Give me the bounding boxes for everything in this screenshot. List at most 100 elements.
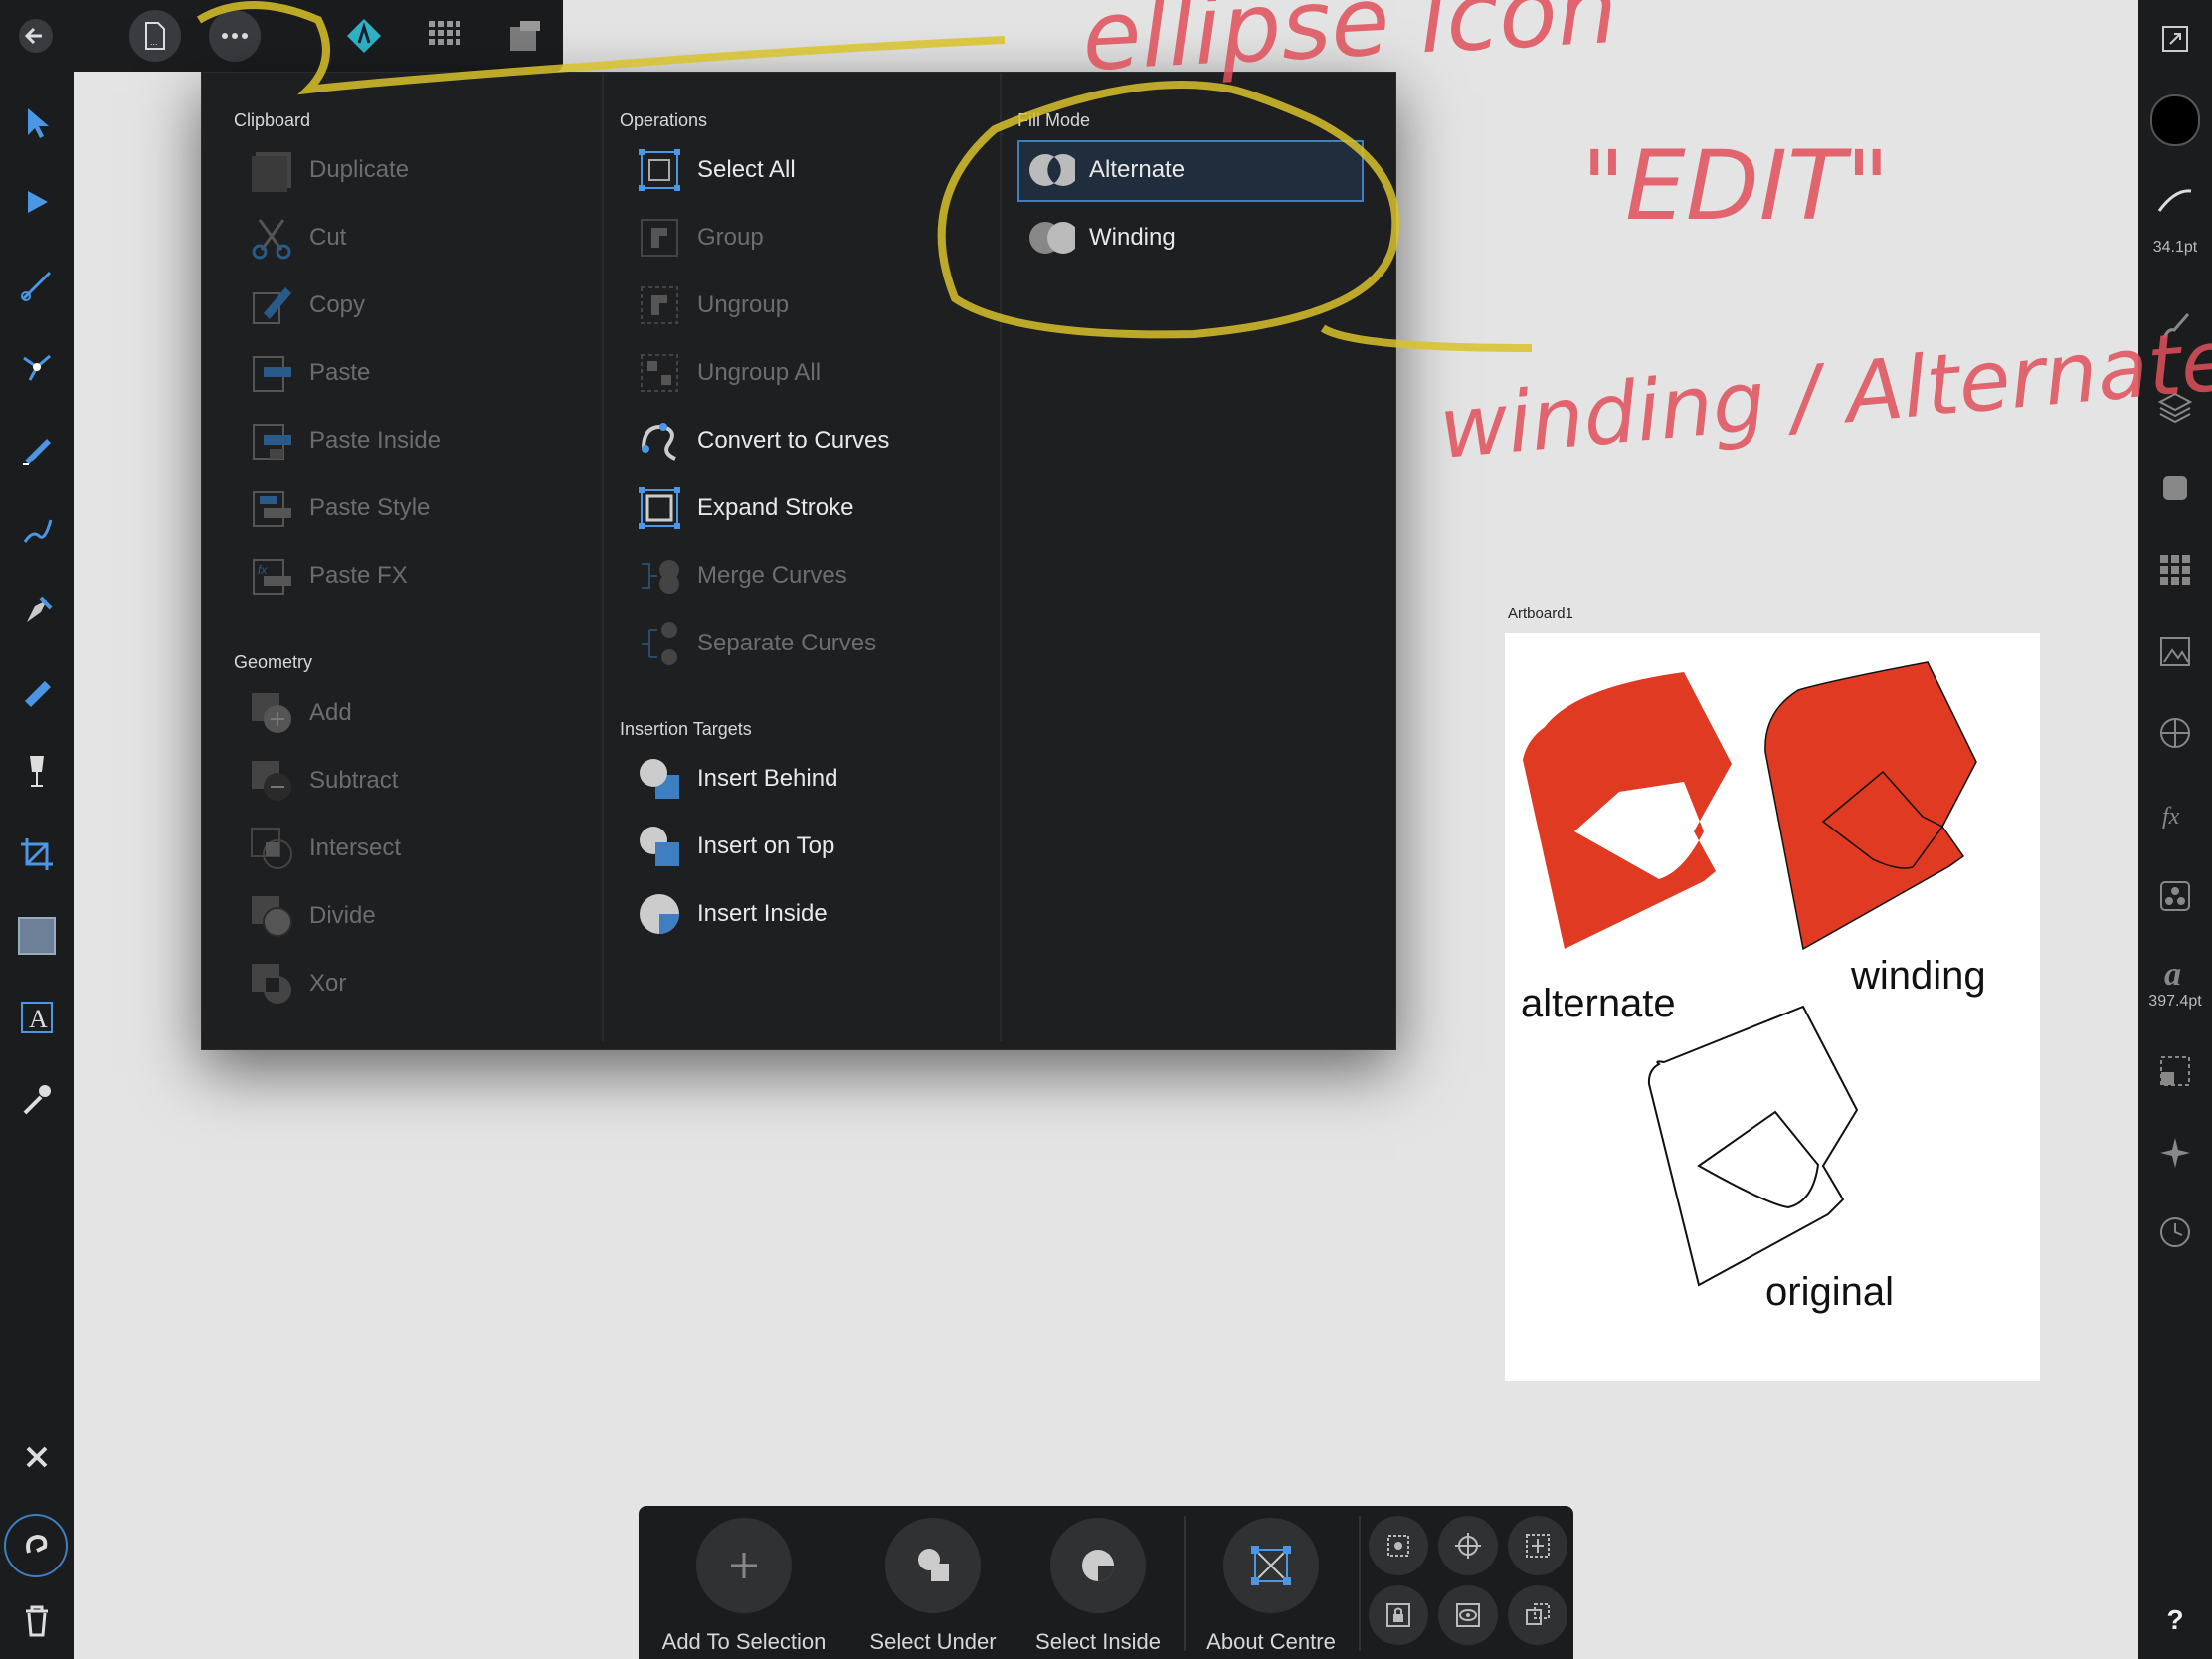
select-under-button[interactable] xyxy=(885,1518,981,1613)
subtract-button[interactable]: Subtract xyxy=(248,751,398,811)
insert-behind-icon xyxy=(636,755,683,803)
expand-stroke-button[interactable]: Expand Stroke xyxy=(636,478,853,538)
transform-panel-icon[interactable] xyxy=(2150,708,2200,758)
snapping-toggle-icon[interactable] xyxy=(4,1514,68,1577)
separate-curves-button[interactable]: Separate Curves xyxy=(636,614,876,673)
add-to-selection-label: Add To Selection xyxy=(661,1629,827,1654)
symbols-panel-icon[interactable] xyxy=(2150,871,2200,921)
fill-mode-section-title: Fill Mode xyxy=(1017,110,1091,130)
corner-tool-icon[interactable] xyxy=(12,261,62,310)
fullscreen-icon[interactable] xyxy=(2150,14,2200,64)
insertion-targets-section-title: Insertion Targets xyxy=(620,719,752,739)
effects-panel-icon[interactable]: fx xyxy=(2150,790,2200,839)
crosshair-button[interactable] xyxy=(1438,1516,1498,1575)
paste-inside-button[interactable]: Paste Inside xyxy=(248,411,441,470)
insert-on-top-button[interactable]: Insert on Top xyxy=(636,817,834,876)
rectangle-tool-icon[interactable] xyxy=(12,911,62,961)
about-centre-button[interactable] xyxy=(1223,1518,1319,1613)
designer-persona-icon[interactable] xyxy=(338,10,390,62)
top-toolbar: ... xyxy=(0,0,563,72)
expand-stroke-icon xyxy=(636,484,683,532)
alternate-caption: alternate xyxy=(1521,982,1676,1025)
eye-icon xyxy=(1456,1603,1480,1627)
select-all-button[interactable]: Select All xyxy=(636,140,796,200)
vector-brush-tool-icon[interactable] xyxy=(12,505,62,555)
artboard[interactable]: alternate winding original xyxy=(1505,633,2040,1381)
paste-fx-icon: fx xyxy=(248,552,295,600)
svg-text:A: A xyxy=(29,1005,48,1033)
swatches-panel-icon[interactable] xyxy=(2150,545,2200,595)
winding-fill-button[interactable]: Winding xyxy=(1027,208,1176,268)
merge-curves-button[interactable]: Merge Curves xyxy=(636,546,847,606)
pen-tool-icon[interactable] xyxy=(12,585,62,635)
insert-inside-button[interactable]: Insert Inside xyxy=(636,884,828,944)
layers-panel-icon[interactable] xyxy=(2150,382,2200,432)
add-button[interactable]: Add xyxy=(248,683,352,743)
move-tool-icon[interactable] xyxy=(12,97,62,147)
add-to-selection-button[interactable] xyxy=(696,1518,792,1613)
text-style-icon[interactable]: a xyxy=(2150,949,2200,999)
alternate-fill-button[interactable]: Alternate xyxy=(1027,140,1185,200)
fill-tool-icon[interactable] xyxy=(12,666,62,716)
column-divider xyxy=(1000,73,1002,1041)
constraints-panel-icon[interactable] xyxy=(2150,1046,2200,1096)
lock-children-button[interactable] xyxy=(1369,1585,1428,1645)
artboard-drawing: alternate winding original xyxy=(1521,661,1986,1314)
intersect-button[interactable]: Intersect xyxy=(248,819,401,878)
paste-style-button[interactable]: Paste Style xyxy=(248,478,430,538)
annotation-winding-alternate: winding / Alternate xyxy=(1435,311,2212,477)
ungroup-button[interactable]: Ungroup xyxy=(636,276,789,335)
color-picker-tool-icon[interactable] xyxy=(12,1074,62,1124)
more-menu-icon[interactable] xyxy=(209,10,261,62)
pixel-persona-icon[interactable] xyxy=(418,10,469,62)
transform-mode-button[interactable] xyxy=(1508,1585,1567,1645)
help-button[interactable]: ? xyxy=(2150,1595,2200,1645)
paste-button[interactable]: Paste xyxy=(248,343,370,403)
geometry-section-title: Geometry xyxy=(234,652,313,672)
copy-icon xyxy=(248,281,295,329)
align-centre-button[interactable] xyxy=(1508,1516,1567,1575)
about-centre-label: About Centre xyxy=(1206,1629,1336,1654)
brush-width-value: 34.1pt xyxy=(2152,239,2198,256)
group-button[interactable]: Group xyxy=(636,208,764,268)
original-inner-path xyxy=(1697,1110,1820,1209)
convert-to-curves-icon xyxy=(636,417,683,464)
transform-origin-button[interactable] xyxy=(1369,1516,1428,1575)
stroke-width-icon[interactable] xyxy=(2150,175,2200,225)
back-icon[interactable] xyxy=(10,10,62,62)
merge-curves-icon xyxy=(636,552,683,600)
navigator-panel-icon[interactable] xyxy=(2150,1128,2200,1178)
brushes-panel-icon[interactable] xyxy=(2150,300,2200,350)
clipboard-section-title: Clipboard xyxy=(234,110,311,130)
copy-button[interactable]: Copy xyxy=(248,276,365,335)
cut-button[interactable]: Cut xyxy=(248,208,346,268)
paste-fx-button[interactable]: fx Paste FX xyxy=(248,546,408,606)
select-inside-button[interactable] xyxy=(1050,1518,1146,1613)
trash-icon[interactable] xyxy=(12,1595,62,1645)
point-transform-tool-icon[interactable] xyxy=(12,342,62,392)
ungroup-all-button[interactable]: Ungroup All xyxy=(636,343,821,403)
insert-behind-button[interactable]: Insert Behind xyxy=(636,749,837,809)
history-panel-icon[interactable] xyxy=(2150,1207,2200,1257)
xor-geometry-icon xyxy=(248,960,295,1008)
appearance-panel-icon[interactable] xyxy=(2150,463,2200,513)
select-under-icon xyxy=(918,1549,949,1581)
export-persona-icon[interactable] xyxy=(499,10,551,62)
pencil-tool-icon[interactable] xyxy=(12,424,62,473)
crop-tool-icon[interactable] xyxy=(12,830,62,879)
stock-panel-icon[interactable] xyxy=(2150,627,2200,676)
node-tool-icon[interactable] xyxy=(12,177,62,227)
hide-selection-button[interactable] xyxy=(1438,1585,1498,1645)
svg-text:a: a xyxy=(2164,957,2181,991)
cut-icon xyxy=(248,214,295,262)
close-icon[interactable] xyxy=(12,1432,62,1482)
artistic-text-tool-icon[interactable]: A xyxy=(12,993,62,1042)
color-swatch-icon[interactable] xyxy=(2150,94,2200,146)
document-menu-icon[interactable]: ... xyxy=(129,10,181,62)
insert-inside-icon xyxy=(636,890,683,938)
xor-button[interactable]: Xor xyxy=(248,954,346,1014)
convert-to-curves-button[interactable]: Convert to Curves xyxy=(636,411,889,470)
divide-button[interactable]: Divide xyxy=(248,886,376,946)
transparency-tool-icon[interactable] xyxy=(12,746,62,796)
duplicate-button[interactable]: Duplicate xyxy=(248,140,409,200)
